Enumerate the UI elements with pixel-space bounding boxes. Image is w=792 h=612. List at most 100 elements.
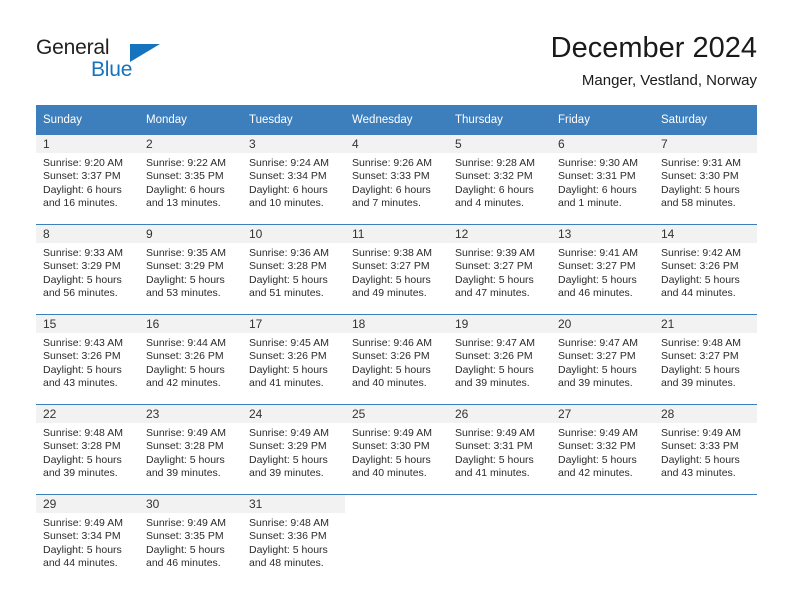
day-cell[interactable]: 2 Sunrise: 9:22 AM Sunset: 3:35 PM Dayli… xyxy=(139,135,242,225)
sunrise-text: Sunrise: 9:35 AM xyxy=(146,247,226,259)
sunset-text: Sunset: 3:27 PM xyxy=(352,260,430,273)
day-info: Sunrise: 9:36 AM Sunset: 3:28 PM Dayligh… xyxy=(242,243,345,301)
sunset-text: Sunset: 3:34 PM xyxy=(249,170,327,183)
day-cell[interactable]: 5 Sunrise: 9:28 AM Sunset: 3:32 PM Dayli… xyxy=(448,135,551,225)
daylight-text-line2: and 44 minutes. xyxy=(661,287,736,300)
day-info: Sunrise: 9:48 AM Sunset: 3:28 PM Dayligh… xyxy=(36,423,139,481)
day-number: 5 xyxy=(448,135,551,153)
daylight-text-line1: Daylight: 5 hours xyxy=(146,363,225,376)
day-cell[interactable]: 16 Sunrise: 9:44 AM Sunset: 3:26 PM Dayl… xyxy=(139,315,242,405)
daylight-text-line1: Daylight: 5 hours xyxy=(455,453,534,466)
sunset-text: Sunset: 3:26 PM xyxy=(146,350,224,363)
day-number: 27 xyxy=(551,405,654,423)
day-cell[interactable]: 15 Sunrise: 9:43 AM Sunset: 3:26 PM Dayl… xyxy=(36,315,139,405)
daylight-text-line2: and 7 minutes. xyxy=(352,197,421,210)
day-info: Sunrise: 9:46 AM Sunset: 3:26 PM Dayligh… xyxy=(345,333,448,391)
day-number xyxy=(551,495,654,513)
day-cell[interactable]: 8 Sunrise: 9:33 AM Sunset: 3:29 PM Dayli… xyxy=(36,225,139,315)
day-cell[interactable]: 9 Sunrise: 9:35 AM Sunset: 3:29 PM Dayli… xyxy=(139,225,242,315)
day-cell-empty xyxy=(345,495,448,585)
page-title: December 2024 xyxy=(550,32,757,64)
day-cell[interactable]: 1 Sunrise: 9:20 AM Sunset: 3:37 PM Dayli… xyxy=(36,135,139,225)
day-cell[interactable]: 26 Sunrise: 9:49 AM Sunset: 3:31 PM Dayl… xyxy=(448,405,551,495)
day-cell[interactable]: 28 Sunrise: 9:49 AM Sunset: 3:33 PM Dayl… xyxy=(654,405,757,495)
day-info: Sunrise: 9:42 AM Sunset: 3:26 PM Dayligh… xyxy=(654,243,757,301)
weekday-header-sunday: Sunday xyxy=(36,105,139,135)
day-cell[interactable]: 12 Sunrise: 9:39 AM Sunset: 3:27 PM Dayl… xyxy=(448,225,551,315)
daylight-text-line1: Daylight: 5 hours xyxy=(661,363,740,376)
daylight-text-line1: Daylight: 5 hours xyxy=(352,363,431,376)
sunset-text: Sunset: 3:33 PM xyxy=(352,170,430,183)
day-cell[interactable]: 4 Sunrise: 9:26 AM Sunset: 3:33 PM Dayli… xyxy=(345,135,448,225)
daylight-text-line2: and 46 minutes. xyxy=(558,287,633,300)
day-number: 13 xyxy=(551,225,654,243)
sunset-text: Sunset: 3:35 PM xyxy=(146,170,224,183)
day-cell[interactable]: 14 Sunrise: 9:42 AM Sunset: 3:26 PM Dayl… xyxy=(654,225,757,315)
day-number: 2 xyxy=(139,135,242,153)
general-blue-logo[interactable]: General Blue xyxy=(36,36,166,92)
daylight-text-line1: Daylight: 5 hours xyxy=(352,273,431,286)
sunrise-text: Sunrise: 9:48 AM xyxy=(249,517,329,529)
sunset-text: Sunset: 3:28 PM xyxy=(249,260,327,273)
day-cell[interactable]: 17 Sunrise: 9:45 AM Sunset: 3:26 PM Dayl… xyxy=(242,315,345,405)
sunset-text: Sunset: 3:32 PM xyxy=(558,440,636,453)
daylight-text-line1: Daylight: 5 hours xyxy=(455,363,534,376)
sunset-text: Sunset: 3:26 PM xyxy=(43,350,121,363)
day-cell[interactable]: 29 Sunrise: 9:49 AM Sunset: 3:34 PM Dayl… xyxy=(36,495,139,585)
day-cell[interactable]: 31 Sunrise: 9:48 AM Sunset: 3:36 PM Dayl… xyxy=(242,495,345,585)
day-cell[interactable]: 20 Sunrise: 9:47 AM Sunset: 3:27 PM Dayl… xyxy=(551,315,654,405)
week-row: 15 Sunrise: 9:43 AM Sunset: 3:26 PM Dayl… xyxy=(36,314,757,405)
day-cell[interactable]: 10 Sunrise: 9:36 AM Sunset: 3:28 PM Dayl… xyxy=(242,225,345,315)
day-cell[interactable]: 19 Sunrise: 9:47 AM Sunset: 3:26 PM Dayl… xyxy=(448,315,551,405)
day-number: 10 xyxy=(242,225,345,243)
sunrise-text: Sunrise: 9:45 AM xyxy=(249,337,329,349)
sunset-text: Sunset: 3:34 PM xyxy=(43,530,121,543)
sunrise-text: Sunrise: 9:44 AM xyxy=(146,337,226,349)
day-info: Sunrise: 9:30 AM Sunset: 3:31 PM Dayligh… xyxy=(551,153,654,211)
day-cell[interactable]: 27 Sunrise: 9:49 AM Sunset: 3:32 PM Dayl… xyxy=(551,405,654,495)
weekday-header-row: Sunday Monday Tuesday Wednesday Thursday… xyxy=(36,105,757,135)
day-cell[interactable]: 13 Sunrise: 9:41 AM Sunset: 3:27 PM Dayl… xyxy=(551,225,654,315)
day-cell[interactable]: 21 Sunrise: 9:48 AM Sunset: 3:27 PM Dayl… xyxy=(654,315,757,405)
day-number: 6 xyxy=(551,135,654,153)
sunrise-text: Sunrise: 9:42 AM xyxy=(661,247,741,259)
day-cell[interactable]: 18 Sunrise: 9:46 AM Sunset: 3:26 PM Dayl… xyxy=(345,315,448,405)
sunset-text: Sunset: 3:26 PM xyxy=(661,260,739,273)
sunrise-text: Sunrise: 9:49 AM xyxy=(352,427,432,439)
daylight-text-line2: and 46 minutes. xyxy=(146,557,221,570)
daylight-text-line2: and 16 minutes. xyxy=(43,197,118,210)
daylight-text-line2: and 40 minutes. xyxy=(352,377,427,390)
sunset-text: Sunset: 3:28 PM xyxy=(43,440,121,453)
day-number: 26 xyxy=(448,405,551,423)
daylight-text-line1: Daylight: 5 hours xyxy=(455,273,534,286)
day-cell[interactable]: 22 Sunrise: 9:48 AM Sunset: 3:28 PM Dayl… xyxy=(36,405,139,495)
day-info: Sunrise: 9:39 AM Sunset: 3:27 PM Dayligh… xyxy=(448,243,551,301)
daylight-text-line2: and 4 minutes. xyxy=(455,197,524,210)
day-cell[interactable]: 30 Sunrise: 9:49 AM Sunset: 3:35 PM Dayl… xyxy=(139,495,242,585)
sunrise-text: Sunrise: 9:49 AM xyxy=(661,427,741,439)
daylight-text-line1: Daylight: 5 hours xyxy=(43,273,122,286)
sunset-text: Sunset: 3:26 PM xyxy=(352,350,430,363)
sunrise-text: Sunrise: 9:49 AM xyxy=(146,517,226,529)
day-info: Sunrise: 9:31 AM Sunset: 3:30 PM Dayligh… xyxy=(654,153,757,211)
day-info: Sunrise: 9:49 AM Sunset: 3:29 PM Dayligh… xyxy=(242,423,345,481)
day-cell[interactable]: 24 Sunrise: 9:49 AM Sunset: 3:29 PM Dayl… xyxy=(242,405,345,495)
day-cell[interactable]: 23 Sunrise: 9:49 AM Sunset: 3:28 PM Dayl… xyxy=(139,405,242,495)
sunrise-text: Sunrise: 9:48 AM xyxy=(43,427,123,439)
day-cell[interactable]: 7 Sunrise: 9:31 AM Sunset: 3:30 PM Dayli… xyxy=(654,135,757,225)
day-cell[interactable]: 25 Sunrise: 9:49 AM Sunset: 3:30 PM Dayl… xyxy=(345,405,448,495)
day-number: 9 xyxy=(139,225,242,243)
day-info: Sunrise: 9:28 AM Sunset: 3:32 PM Dayligh… xyxy=(448,153,551,211)
daylight-text-line2: and 42 minutes. xyxy=(558,467,633,480)
day-number: 1 xyxy=(36,135,139,153)
daylight-text-line1: Daylight: 5 hours xyxy=(249,453,328,466)
day-cell[interactable]: 6 Sunrise: 9:30 AM Sunset: 3:31 PM Dayli… xyxy=(551,135,654,225)
sunrise-text: Sunrise: 9:30 AM xyxy=(558,157,638,169)
sunset-text: Sunset: 3:30 PM xyxy=(352,440,430,453)
week-row: 8 Sunrise: 9:33 AM Sunset: 3:29 PM Dayli… xyxy=(36,224,757,315)
sunrise-text: Sunrise: 9:36 AM xyxy=(249,247,329,259)
day-info: Sunrise: 9:33 AM Sunset: 3:29 PM Dayligh… xyxy=(36,243,139,301)
day-cell[interactable]: 3 Sunrise: 9:24 AM Sunset: 3:34 PM Dayli… xyxy=(242,135,345,225)
daylight-text-line2: and 51 minutes. xyxy=(249,287,324,300)
day-cell[interactable]: 11 Sunrise: 9:38 AM Sunset: 3:27 PM Dayl… xyxy=(345,225,448,315)
